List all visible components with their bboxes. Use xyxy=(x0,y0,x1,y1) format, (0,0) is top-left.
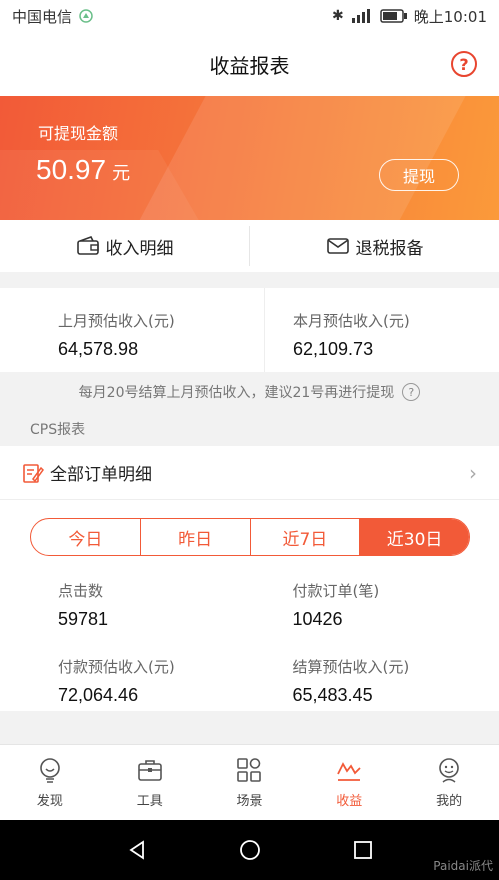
tab-label: 收益 xyxy=(336,794,363,809)
amount-unit: 元 xyxy=(112,163,131,183)
amount-value: 50.97 xyxy=(36,154,107,185)
action-row: 收入明细 退税报备 xyxy=(0,220,499,272)
income-detail-button[interactable]: 收入明细 xyxy=(0,220,249,272)
tab-scenes[interactable]: 场景 xyxy=(200,745,300,820)
stat-label: 上月预估收入(元) xyxy=(58,312,175,330)
withdrawable-label: 可提现金额 xyxy=(38,124,119,143)
metric-value: 65,483.45 xyxy=(292,685,373,705)
tab-7-days[interactable]: 近7日 xyxy=(249,519,360,555)
cell-signal-icon xyxy=(351,9,370,23)
tab-30-days[interactable]: 近30日 xyxy=(359,519,469,555)
metric-label: 结算预估收入(元) xyxy=(292,658,410,676)
chevron-right-icon: › xyxy=(469,460,477,485)
tab-tools[interactable]: 工具 xyxy=(100,745,200,820)
bulb-icon xyxy=(40,758,60,783)
edit-note-icon xyxy=(23,463,44,483)
metric-label: 付款预估收入(元) xyxy=(58,658,175,676)
wallet-icon xyxy=(76,236,99,255)
metric-label: 付款订单(笔) xyxy=(292,582,380,600)
user-icon xyxy=(439,758,459,783)
clock-time: 晚上10:01 xyxy=(413,7,487,26)
metric-label: 点击数 xyxy=(58,582,104,600)
tab-today[interactable]: 今日 xyxy=(31,519,140,555)
tab-label: 场景 xyxy=(236,794,263,809)
tax-refund-button[interactable]: 退税报备 xyxy=(250,220,499,272)
metric-clicks: 点击数 59781 xyxy=(0,580,265,656)
stat-value: 64,578.98 xyxy=(58,339,139,359)
metric-paid-estimate: 付款预估收入(元) 72,064.46 xyxy=(0,656,265,732)
this-month-estimate: 本月预估收入(元) 62,109.73 xyxy=(264,288,499,372)
tax-refund-label: 退税报备 xyxy=(355,238,424,259)
nav-bar: 收益报表 ? xyxy=(0,32,499,96)
tab-label: 工具 xyxy=(136,794,163,809)
tab-discover[interactable]: 发现 xyxy=(0,745,100,820)
last-month-estimate: 上月预估收入(元) 64,578.98 xyxy=(0,288,264,372)
settlement-note: 每月20号结算上月预估收入，建议21号再进行提现 ? xyxy=(0,372,499,412)
tab-label: 发现 xyxy=(36,794,63,809)
system-nav-bar xyxy=(0,820,499,880)
tab-earnings[interactable]: 收益 xyxy=(299,745,399,820)
metrics-grid: 点击数 59781 付款订单(笔) 10426 付款预估收入(元) 72,064… xyxy=(0,580,499,732)
page-title: 收益报表 xyxy=(209,53,290,78)
metric-settled-estimate: 结算预估收入(元) 65,483.45 xyxy=(265,656,499,732)
help-button[interactable]: ? xyxy=(451,51,477,77)
cps-section-title: CPS报表 xyxy=(30,422,86,438)
metric-value: 59781 xyxy=(58,609,109,629)
tab-mine[interactable]: 我的 xyxy=(399,745,499,820)
bottom-tab-bar: 发现 工具 场景 收益 我的 xyxy=(0,744,499,820)
withdrawable-amount: 50.97 元 xyxy=(36,154,130,186)
battery-icon xyxy=(380,9,407,23)
metrics-row: 付款预估收入(元) 72,064.46 结算预估收入(元) 65,483.45 xyxy=(0,656,499,732)
stat-value: 62,109.73 xyxy=(293,339,374,359)
metric-paid-orders: 付款订单(笔) 10426 xyxy=(265,580,499,656)
status-bar: 中国电信 ✱ 晚上10:01 xyxy=(0,0,499,32)
bluetooth-icon: ✱ xyxy=(332,8,344,24)
metric-value: 10426 xyxy=(292,609,343,629)
metrics-row: 点击数 59781 付款订单(笔) 10426 xyxy=(0,580,499,656)
all-orders-row[interactable]: 全部订单明细 › xyxy=(0,446,499,500)
signal-app-icon xyxy=(79,9,93,23)
back-icon[interactable] xyxy=(125,838,149,862)
all-orders-label: 全部订单明细 xyxy=(50,465,152,485)
metric-value: 72,064.46 xyxy=(58,685,139,705)
income-detail-label: 收入明细 xyxy=(105,238,174,259)
tab-yesterday[interactable]: 昨日 xyxy=(139,519,250,555)
withdraw-button[interactable]: 提现 xyxy=(379,159,459,191)
cps-report-panel: 今日 昨日 近7日 近30日 点击数 59781 付款订单(笔) 10426 付… xyxy=(0,500,499,711)
stat-label: 本月预估收入(元) xyxy=(293,312,410,330)
period-tabs: 今日 昨日 近7日 近30日 xyxy=(30,518,470,556)
toolbox-icon xyxy=(137,760,162,781)
question-icon[interactable]: ? xyxy=(402,383,421,401)
envelope-icon xyxy=(326,238,349,254)
watermark: Paidai派代 xyxy=(433,859,493,873)
recents-icon[interactable] xyxy=(351,838,375,862)
chart-icon xyxy=(337,762,361,781)
carrier-label: 中国电信 xyxy=(12,7,73,26)
tab-label: 我的 xyxy=(436,794,463,809)
balance-banner: 可提现金额 50.97 元 提现 xyxy=(0,96,499,220)
monthly-stats: 上月预估收入(元) 64,578.98 本月预估收入(元) 62,109.73 xyxy=(0,288,499,372)
home-icon[interactable] xyxy=(238,838,262,862)
note-text: 每月20号结算上月预估收入，建议21号再进行提现 xyxy=(78,385,395,401)
grid-icon xyxy=(237,758,262,782)
